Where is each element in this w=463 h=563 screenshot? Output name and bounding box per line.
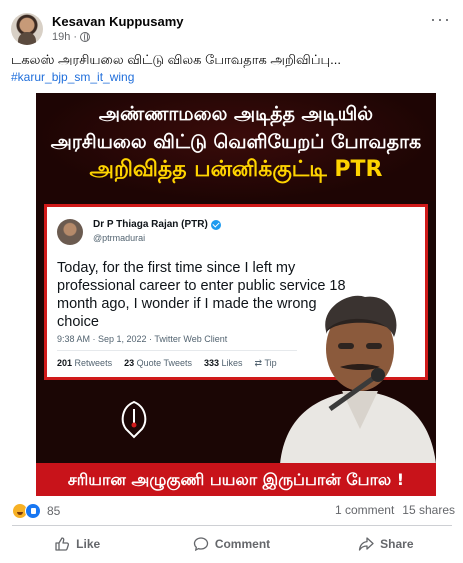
- share-icon: [358, 537, 374, 551]
- globe-icon: [80, 32, 91, 42]
- tweet-avatar: [57, 219, 83, 245]
- headline-line-3: அறிவித்த பன்னிக்குட்டி PTR: [89, 157, 383, 182]
- meta-dot: ·: [73, 31, 78, 43]
- comment-label: Comment: [214, 537, 271, 551]
- author-avatar[interactable]: [11, 13, 43, 45]
- post-text: டகலஸ் அரசியலை விட்டு விலக போவதாக அறிவிப்…: [11, 52, 342, 67]
- reactions-summary[interactable]: 85: [12, 503, 60, 519]
- pen-nib-logo-icon: [121, 400, 147, 439]
- tweet-timestamp: 9:38 AM · Sep 1, 2022 · Twitter Web Clie…: [57, 334, 228, 344]
- headline-line-1: அண்ணாமலை அடித்த அடியில்: [98, 103, 374, 125]
- like-button[interactable]: Like: [0, 528, 154, 560]
- caption-banner: சரியான அழுகுணி பயலா இருப்பான் போல !: [36, 463, 436, 496]
- like-label: Like: [76, 537, 101, 551]
- like-reaction-icon: [25, 503, 41, 519]
- tweet-handle: @ptrmadurai: [93, 233, 146, 243]
- politician-photo: [280, 295, 436, 464]
- engagement-counts: 1 comment 15 shares: [335, 503, 455, 517]
- comment-count[interactable]: 1 comment: [335, 503, 394, 517]
- post-time[interactable]: 19h: [52, 31, 70, 43]
- more-options-icon[interactable]: ···: [430, 10, 451, 28]
- post-meta: 19h ·: [52, 31, 91, 43]
- comment-button[interactable]: Comment: [154, 528, 308, 560]
- share-count[interactable]: 15 shares: [402, 503, 455, 517]
- comment-icon: [193, 537, 208, 552]
- hashtag-link[interactable]: #karur_bjp_sm_it_wing: [11, 70, 134, 84]
- post-image[interactable]: அண்ணாமலை அடித்த அடியில் அரசியலை விட்டு வ…: [36, 93, 436, 496]
- headline-banner: அண்ணாமலை அடித்த அடியில் அரசியலை விட்டு வ…: [36, 93, 436, 201]
- tweet-quotes: 23 Quote Tweets: [124, 358, 192, 368]
- author-name[interactable]: Kesavan Kuppusamy: [52, 14, 184, 29]
- tweet-stats: 201 Retweets 23 Quote Tweets 333 Likes ⇄…: [57, 358, 277, 369]
- tweet-retweets: 201 Retweets: [57, 358, 113, 368]
- actions-divider: [12, 525, 452, 526]
- tweet-author: Dr P Thiaga Rajan (PTR): [93, 219, 221, 230]
- post-card: Kesavan Kuppusamy 19h · ··· டகலஸ் அரசியல…: [0, 0, 463, 563]
- reaction-icons: [12, 503, 41, 519]
- caption-text: சரியான அழுகுணி பயலா இருப்பான் போல !: [67, 470, 405, 489]
- action-bar: Like Comment Share: [0, 528, 463, 560]
- tweet-author-name: Dr P Thiaga Rajan (PTR): [93, 219, 208, 230]
- thumbs-up-icon: [55, 537, 70, 551]
- reaction-count[interactable]: 85: [47, 504, 60, 518]
- tweet-likes: 333 Likes: [203, 358, 243, 368]
- headline-line-2: அரசியலை விட்டு வெளியேறப் போவதாக: [50, 131, 422, 153]
- share-button[interactable]: Share: [309, 528, 463, 560]
- verified-badge-icon: [210, 219, 221, 230]
- share-label: Share: [380, 537, 414, 551]
